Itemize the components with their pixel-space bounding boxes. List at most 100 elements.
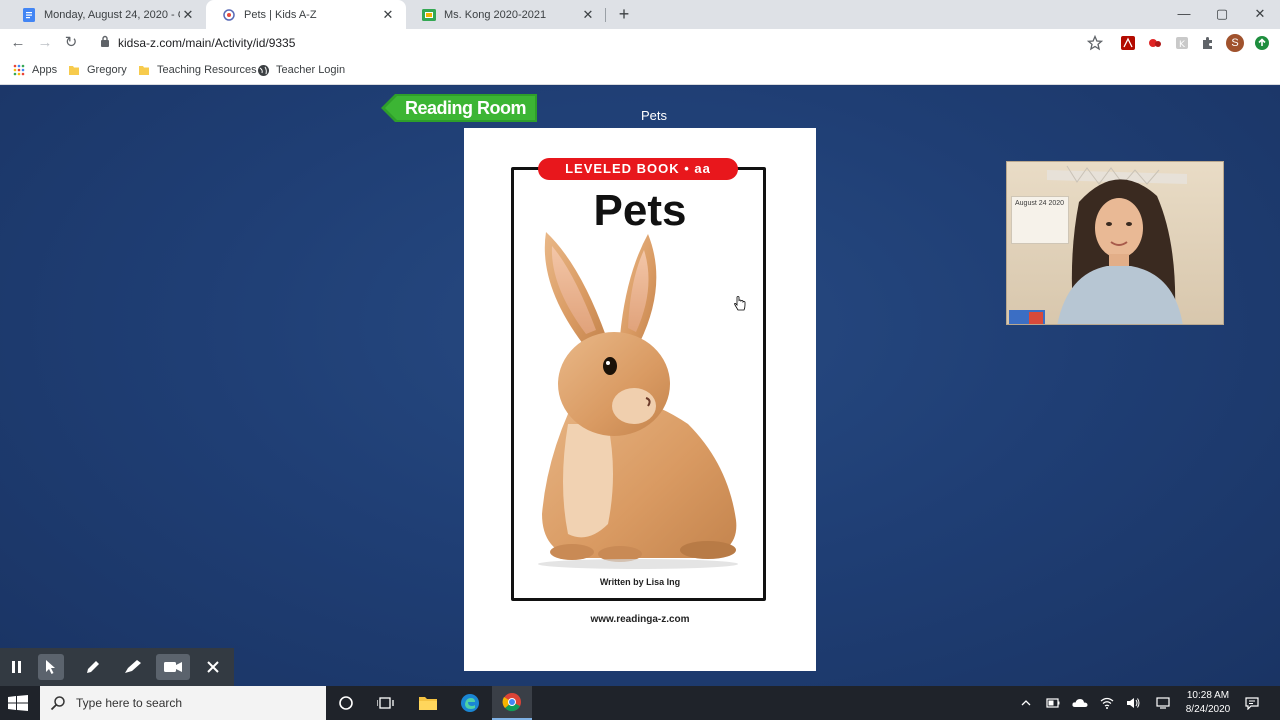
minimize-button[interactable]: — xyxy=(1165,0,1203,29)
reading-room-button[interactable]: Reading Room xyxy=(381,92,537,124)
profile-avatar[interactable]: S xyxy=(1226,34,1244,52)
book-title-label: Pets xyxy=(640,108,667,123)
book-site-url: www.readinga-z.com xyxy=(590,614,690,625)
chevron-up-icon xyxy=(1021,700,1031,706)
cloud-icon xyxy=(1072,699,1088,707)
chrome-icon xyxy=(502,693,521,712)
slides-icon xyxy=(422,8,436,22)
file-explorer-button[interactable] xyxy=(408,686,448,720)
puzzle-icon[interactable] xyxy=(1200,35,1216,51)
globe-icon xyxy=(256,63,270,77)
bookmark-label: Apps xyxy=(32,64,58,76)
cortana-button[interactable] xyxy=(326,686,366,720)
windows-start-button[interactable] xyxy=(8,695,28,711)
bookmark-label: Teaching Resources xyxy=(157,64,257,76)
windows-logo-icon xyxy=(8,695,28,711)
highlighter-tool-button[interactable] xyxy=(120,654,146,680)
volume-tray-button[interactable] xyxy=(1122,686,1144,720)
book-cover-page[interactable]: LEVELED BOOK • aa Pets Written by Lisa I… xyxy=(464,128,816,671)
reader-page: Reading Room Pets LEVELED BOOK • aa Pets xyxy=(0,86,1280,686)
windows-taskbar: Type here to search 10:28 AM 8/24/2020 xyxy=(0,686,1280,720)
tab-title: Pets | Kids A-Z xyxy=(244,8,317,21)
star-icon[interactable] xyxy=(1086,34,1104,51)
book-author: Written by Lisa Ing xyxy=(599,577,681,587)
tab-kids-az[interactable]: Pets | Kids A-Z ✕ xyxy=(206,0,406,29)
tab-slides[interactable]: Ms. Kong 2020-2021 ✕ xyxy=(406,0,606,29)
clock-date: 8/24/2020 xyxy=(1185,704,1231,715)
task-view-button[interactable] xyxy=(366,686,406,720)
speaker-icon xyxy=(1127,698,1140,708)
edge-browser-button[interactable] xyxy=(450,686,490,720)
docs-icon xyxy=(22,7,36,22)
wifi-tray-button[interactable] xyxy=(1096,686,1118,720)
search-placeholder: Type here to search xyxy=(76,696,183,710)
record-extension-icon[interactable] xyxy=(1147,35,1163,51)
kids-az-icon xyxy=(222,8,236,22)
bookmark-label: Gregory xyxy=(87,64,127,76)
tab-title: Monday, August 24, 2020 - Goo xyxy=(44,8,180,21)
webcam-sign-text: August 24 2020 xyxy=(1015,200,1065,207)
apps-grid-icon xyxy=(12,63,26,77)
pause-icon xyxy=(12,661,21,673)
clock-time: 10:28 AM xyxy=(1186,690,1230,701)
close-icon[interactable]: ✕ xyxy=(180,7,196,23)
pen-icon xyxy=(87,661,99,673)
bookmark-teaching-resources[interactable]: Teaching Resources xyxy=(137,63,257,77)
close-icon[interactable]: ✕ xyxy=(380,7,396,23)
extension-icon[interactable]: K xyxy=(1174,35,1190,51)
rabbit-illustration xyxy=(538,232,738,569)
battery-icon xyxy=(1046,698,1060,708)
pointer-tool-button[interactable] xyxy=(38,654,64,680)
search-icon xyxy=(50,696,65,711)
notification-icon xyxy=(1245,696,1259,710)
monitor-icon xyxy=(1156,697,1170,709)
wifi-icon xyxy=(1100,697,1114,709)
show-hidden-icons-button[interactable] xyxy=(1015,686,1037,720)
url-text: kidsa-z.com/main/Activity/id/9335 xyxy=(118,36,296,50)
reading-room-label: Reading Room xyxy=(405,98,527,118)
battery-tray-button[interactable] xyxy=(1042,686,1064,720)
pause-button[interactable] xyxy=(4,654,30,680)
pen-tool-button[interactable] xyxy=(80,654,106,680)
tab-strip: Monday, August 24, 2020 - Goo ✕ Pets | K… xyxy=(0,0,1280,29)
task-view-icon xyxy=(377,697,394,709)
folder-icon xyxy=(419,697,437,710)
update-icon[interactable] xyxy=(1254,35,1270,51)
bookmark-gregory[interactable]: Gregory xyxy=(67,63,127,77)
webcam-overlay[interactable]: August 24 2020 xyxy=(1006,161,1224,325)
maximize-button[interactable]: ▢ xyxy=(1203,0,1241,29)
annotation-toolbar xyxy=(0,648,234,686)
highlighter-icon xyxy=(125,660,141,673)
close-toolbar-button[interactable] xyxy=(200,654,226,680)
taskbar-clock[interactable]: 10:28 AM 8/24/2020 xyxy=(1178,689,1238,717)
video-camera-icon xyxy=(164,662,182,672)
onedrive-tray-button[interactable] xyxy=(1069,686,1091,720)
folder-icon xyxy=(137,63,151,77)
close-icon[interactable]: ✕ xyxy=(580,7,596,23)
camera-toggle-button[interactable] xyxy=(156,654,190,680)
chrome-taskbar-button[interactable] xyxy=(492,686,532,720)
window-close-button[interactable]: ✕ xyxy=(1241,0,1279,29)
bookmark-apps[interactable]: Apps xyxy=(12,63,57,77)
bookmarks-bar: Apps Gregory Teaching Resources Teacher … xyxy=(0,57,1280,85)
forward-button[interactable]: → xyxy=(35,33,55,53)
reload-button[interactable]: ↻ xyxy=(61,33,81,53)
bookmark-teacher-login[interactable]: Teacher Login xyxy=(256,63,345,77)
tab-docs[interactable]: Monday, August 24, 2020 - Goo ✕ xyxy=(6,0,206,29)
action-center-button[interactable] xyxy=(1241,686,1263,720)
close-icon xyxy=(207,661,219,673)
tab-title: Ms. Kong 2020-2021 xyxy=(444,8,547,21)
pdf-extension-icon[interactable] xyxy=(1120,35,1136,51)
taskbar-search-box[interactable]: Type here to search xyxy=(40,686,326,720)
address-bar[interactable]: kidsa-z.com/main/Activity/id/9335 xyxy=(90,30,1110,56)
display-tray-button[interactable] xyxy=(1152,686,1174,720)
browser-toolbar: ← → ↻ kidsa-z.com/main/Activity/id/9335 … xyxy=(0,29,1280,57)
folder-icon xyxy=(67,63,81,77)
webcam-date-sign: August 24 2020 xyxy=(1011,196,1069,244)
edge-icon xyxy=(461,694,479,712)
lock-icon xyxy=(100,34,112,52)
back-button[interactable]: ← xyxy=(8,33,28,53)
leveled-book-badge: LEVELED BOOK • aa xyxy=(538,158,738,180)
cortana-icon xyxy=(339,696,353,710)
new-tab-button[interactable]: + xyxy=(613,3,635,25)
